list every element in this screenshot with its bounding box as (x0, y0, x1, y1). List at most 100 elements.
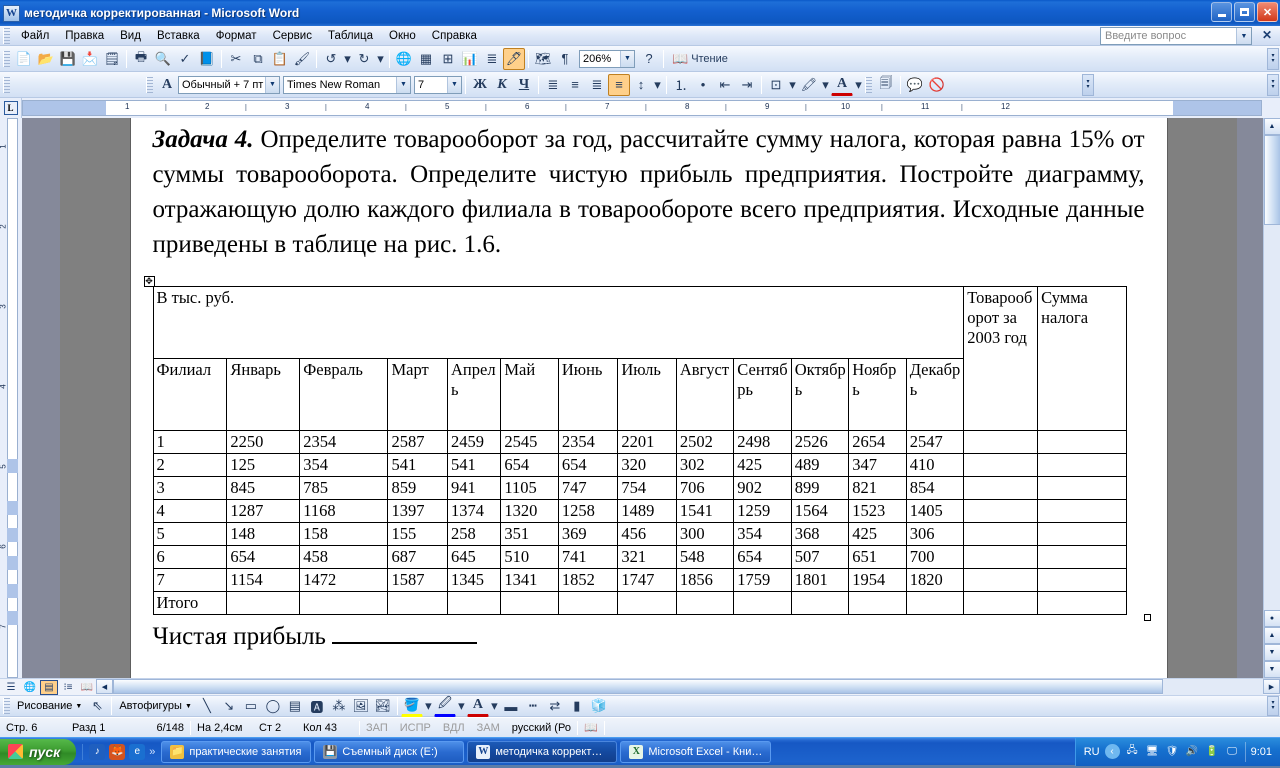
highlight-icon[interactable]: 🖍 (798, 74, 820, 96)
cell-month-value[interactable]: 654 (226, 545, 301, 569)
cell-month-value[interactable]: 654 (557, 453, 619, 477)
cell-month-value[interactable]: 1564 (790, 499, 850, 523)
fill-color-dropdown-icon[interactable]: ▾ (423, 695, 434, 717)
cell-month-value[interactable]: 1489 (617, 499, 677, 523)
styles-icon[interactable]: A (156, 74, 178, 96)
taskbar-item-folder[interactable]: 📁 практические занятия (161, 740, 312, 763)
style-combo[interactable]: Обычный + 7 пт ▼ (178, 75, 280, 94)
decrease-indent-icon[interactable]: ⇤ (714, 74, 736, 96)
cell-month-value[interactable]: 1105 (500, 476, 559, 500)
more-icon[interactable]: » (149, 746, 155, 758)
horizontal-ruler[interactable]: 1 2 3 4 5 6 7 8 9 10 11 12 | | | | | | | | |… (22, 100, 1262, 116)
select-browse-object-icon[interactable]: ● (1263, 610, 1280, 627)
cell-month-value[interactable]: 1541 (675, 499, 735, 523)
taskbar-item-excel[interactable]: X Microsoft Excel - Кни… (620, 740, 772, 763)
clock[interactable]: 9:01 (1251, 746, 1272, 758)
text-box-icon[interactable]: ▤ (284, 695, 306, 717)
cell-month-value[interactable]: 854 (905, 476, 965, 500)
cell-month-value[interactable]: 425 (733, 453, 792, 477)
arrow-icon[interactable]: ↘ (218, 695, 240, 717)
cell-month-value[interactable]: 1341 (500, 568, 559, 592)
cell-tax[interactable] (1037, 522, 1127, 546)
scroll-right-icon[interactable]: ▶ (1263, 679, 1280, 694)
firefox-icon[interactable]: 🦊 (109, 743, 126, 760)
cell-branch[interactable]: 5 (152, 522, 228, 546)
font-size-combo[interactable]: 7 ▼ (414, 75, 462, 94)
spellcheck-icon[interactable]: ✓ (174, 48, 196, 70)
new-document-icon[interactable]: 📄 (13, 48, 35, 70)
table-row[interactable]: 3 845 785 859 941 1105 747 754 706 902 899 821 854 (152, 476, 1127, 500)
cell-month-value[interactable]: 458 (299, 545, 389, 569)
save-icon[interactable]: 💾 (57, 48, 79, 70)
horizontal-scroll-thumb[interactable] (113, 679, 1163, 694)
cell-month-value[interactable]: 368 (790, 522, 850, 546)
bold-button[interactable]: Ж (469, 74, 491, 96)
cell-month-value[interactable]: 1345 (446, 568, 502, 592)
underline-button[interactable]: Ч (513, 74, 535, 96)
numbered-list-icon[interactable]: ⒈ (670, 74, 692, 96)
italic-button[interactable]: К (491, 74, 513, 96)
select-objects-icon[interactable]: ⇖ (86, 695, 108, 717)
menu-tools[interactable]: Сервис (265, 28, 320, 44)
chevron-down-icon[interactable]: ▼ (1236, 28, 1251, 44)
cell-month-value[interactable]: 541 (387, 453, 448, 477)
net-profit-blank[interactable] (331, 642, 477, 644)
clipart-icon[interactable]: 🖼 (350, 695, 372, 717)
cell-month-value[interactable]: 2545 (500, 430, 559, 454)
maximize-button[interactable] (1234, 2, 1255, 22)
cell-month-value[interactable]: 645 (446, 545, 502, 569)
cell-month-value[interactable]: 148 (226, 522, 301, 546)
line-style-icon[interactable]: ▬ (500, 695, 522, 717)
cell-month-value[interactable]: 2498 (733, 430, 792, 454)
undo-icon[interactable]: ↺ (320, 48, 342, 70)
cell-month-value[interactable]: 1523 (848, 499, 907, 523)
previous-page-icon[interactable]: ▲ (1263, 627, 1280, 644)
cell-month-value[interactable] (446, 591, 502, 615)
cell-month-value[interactable]: 654 (733, 545, 792, 569)
cell-tax[interactable] (1037, 545, 1127, 569)
vertical-ruler[interactable]: 1 2 3 4 5 6 7 (0, 118, 22, 678)
cell-branch[interactable]: 6 (152, 545, 228, 569)
cell-month-value[interactable] (299, 591, 389, 615)
battery-icon[interactable]: 🔋 (1205, 744, 1220, 759)
cell-month-value[interactable]: 456 (617, 522, 677, 546)
cell-month-value[interactable]: 845 (226, 476, 301, 500)
line-icon[interactable]: ╲ (196, 695, 218, 717)
cell-month-value[interactable]: 651 (848, 545, 907, 569)
cell-month-value[interactable]: 507 (790, 545, 850, 569)
cell-month-value[interactable]: 510 (500, 545, 559, 569)
cell-turnover[interactable] (963, 499, 1039, 523)
menu-insert[interactable]: Вставка (149, 28, 208, 44)
status-mode-zap[interactable]: ЗАП (360, 722, 394, 734)
status-mode-ispr[interactable]: ИСПР (394, 722, 437, 734)
taskbar-item-word[interactable]: W методичка коррект… (467, 740, 618, 763)
table-row[interactable]: 5 148 158 155 258 351 369 456 300 354 368 425 306 (152, 522, 1127, 546)
font-color-icon[interactable]: A (831, 74, 853, 96)
internet-explorer-icon[interactable]: e (129, 743, 146, 760)
undo-dropdown-icon[interactable]: ▾ (342, 48, 353, 70)
tables-borders-icon[interactable]: ⊞ (437, 48, 459, 70)
line-color-dropdown-icon[interactable]: ▾ (456, 695, 467, 717)
columns-icon[interactable]: ≣ (481, 48, 503, 70)
cell-tax[interactable] (1037, 568, 1127, 592)
cell-month-value[interactable]: 741 (557, 545, 619, 569)
volume-icon[interactable]: 🔊 (1185, 744, 1200, 759)
cell-month-value[interactable]: 410 (905, 453, 965, 477)
cell-month-value[interactable]: 747 (557, 476, 619, 500)
help-icon[interactable]: ? (638, 48, 660, 70)
scroll-up-icon[interactable]: ▲ (1263, 118, 1280, 135)
vertical-scrollbar[interactable]: ▲ ● ▲ ▼ ▼ (1263, 118, 1280, 678)
table-move-handle-icon[interactable]: ✥ (143, 276, 155, 287)
cell-turnover[interactable] (963, 568, 1039, 592)
font-color-dropdown-icon[interactable]: ▾ (489, 695, 500, 717)
cell-month-value[interactable]: 125 (226, 453, 301, 477)
wordart-icon[interactable]: 🅰 (306, 695, 328, 717)
cell-month-value[interactable]: 541 (446, 453, 502, 477)
drawing-icon[interactable]: 🖊 (503, 47, 525, 70)
menu-grip[interactable] (3, 27, 10, 44)
document-map-icon[interactable]: 🗺 (532, 48, 554, 70)
cell-month-value[interactable]: 1374 (446, 499, 502, 523)
cell-month-value[interactable]: 2354 (299, 430, 389, 454)
cell-month-value[interactable]: 158 (299, 522, 389, 546)
borders-dropdown-icon[interactable]: ▾ (787, 74, 798, 96)
